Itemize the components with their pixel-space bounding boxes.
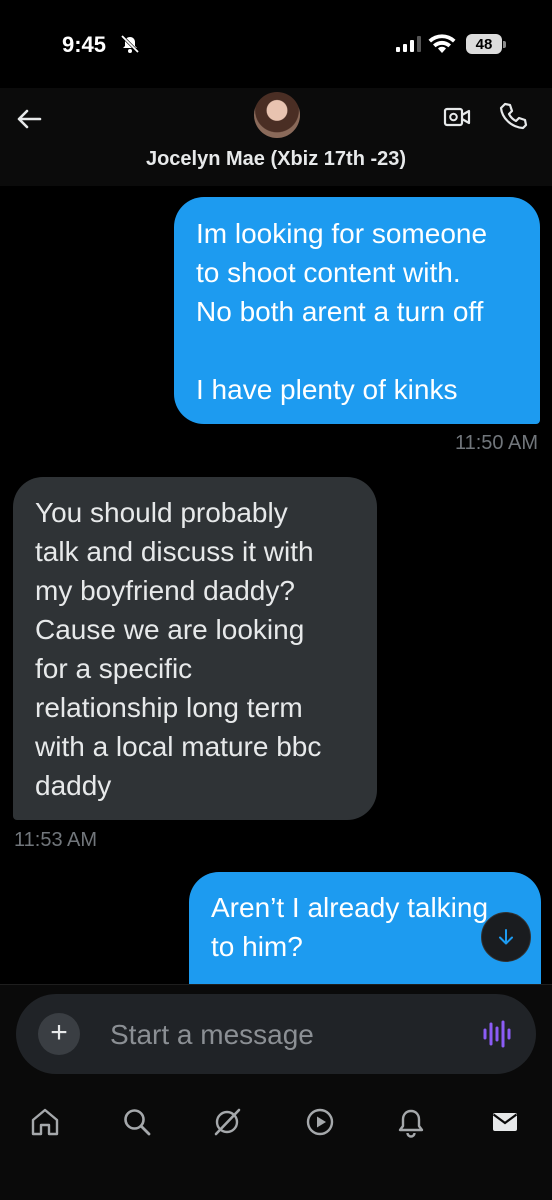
received-message-bubble[interactable]: You should probably talk and discuss it …: [13, 477, 377, 820]
tab-search[interactable]: [119, 1104, 155, 1140]
tab-home[interactable]: [27, 1104, 63, 1140]
contact-name[interactable]: Jocelyn Mae (Xbiz 17th -23): [0, 148, 552, 171]
message-input[interactable]: [108, 1012, 452, 1058]
message-text-line: talk and discuss it with: [35, 536, 314, 567]
sent-message-bubble[interactable]: Im looking for someone to shoot content …: [174, 197, 540, 424]
battery-indicator: 48: [466, 34, 502, 54]
message-text-line: to shoot content with.: [196, 257, 461, 288]
message-timestamp: 11:53 AM: [14, 829, 98, 851]
wifi-icon: [428, 34, 456, 53]
play-icon: [306, 1108, 334, 1136]
message-text-line: Im looking for someone: [196, 218, 488, 249]
messages-icon: [492, 1113, 518, 1131]
battery-tip: [503, 41, 506, 48]
message-text-line: Aren’t I already talking: [211, 892, 489, 923]
scroll-to-bottom-button[interactable]: [481, 912, 531, 962]
message-text-line: No both arent a turn off: [196, 296, 484, 327]
status-bar: 9:45 48: [0, 0, 552, 90]
notifications-icon: [398, 1109, 424, 1138]
muted-bell-icon: [120, 34, 140, 54]
tab-grok[interactable]: [209, 1104, 245, 1140]
search-icon: [124, 1109, 151, 1136]
arrow-down-icon: [499, 929, 513, 945]
message-text-line: I have plenty of kinks: [196, 374, 458, 405]
video-call-icon[interactable]: [442, 102, 472, 132]
conversation-header: Jocelyn Mae (Xbiz 17th -23): [0, 88, 552, 186]
voice-message-icon[interactable]: [482, 1018, 512, 1050]
bottom-tab-bar: [0, 1084, 552, 1200]
contact-avatar[interactable]: [254, 92, 300, 138]
message-text-line: You should probably: [35, 497, 288, 528]
message-text-line: Cause we are looking: [35, 614, 305, 645]
grok-icon: [214, 1108, 241, 1136]
status-time: 9:45: [62, 32, 107, 57]
tab-video[interactable]: [302, 1104, 338, 1140]
message-text-line: to him?: [211, 931, 303, 962]
home-icon: [31, 1108, 59, 1136]
cellular-signal-icon: [396, 36, 421, 52]
message-composer: +: [16, 994, 536, 1074]
back-arrow-icon[interactable]: [14, 104, 44, 134]
phone-call-icon[interactable]: [497, 100, 529, 132]
message-text-line: my boyfriend daddy?: [35, 575, 295, 606]
message-text-line: daddy: [35, 770, 112, 801]
message-text-line: with a local mature bbc: [35, 731, 322, 762]
tab-messages[interactable]: [487, 1104, 523, 1140]
message-timestamp: 11:50 AM: [454, 432, 538, 454]
add-attachment-button[interactable]: +: [38, 1013, 80, 1055]
message-text-line: [196, 331, 518, 370]
tab-notifications[interactable]: [393, 1104, 429, 1140]
message-text-line: relationship long term: [35, 692, 303, 723]
message-text-line: for a specific: [35, 653, 193, 684]
